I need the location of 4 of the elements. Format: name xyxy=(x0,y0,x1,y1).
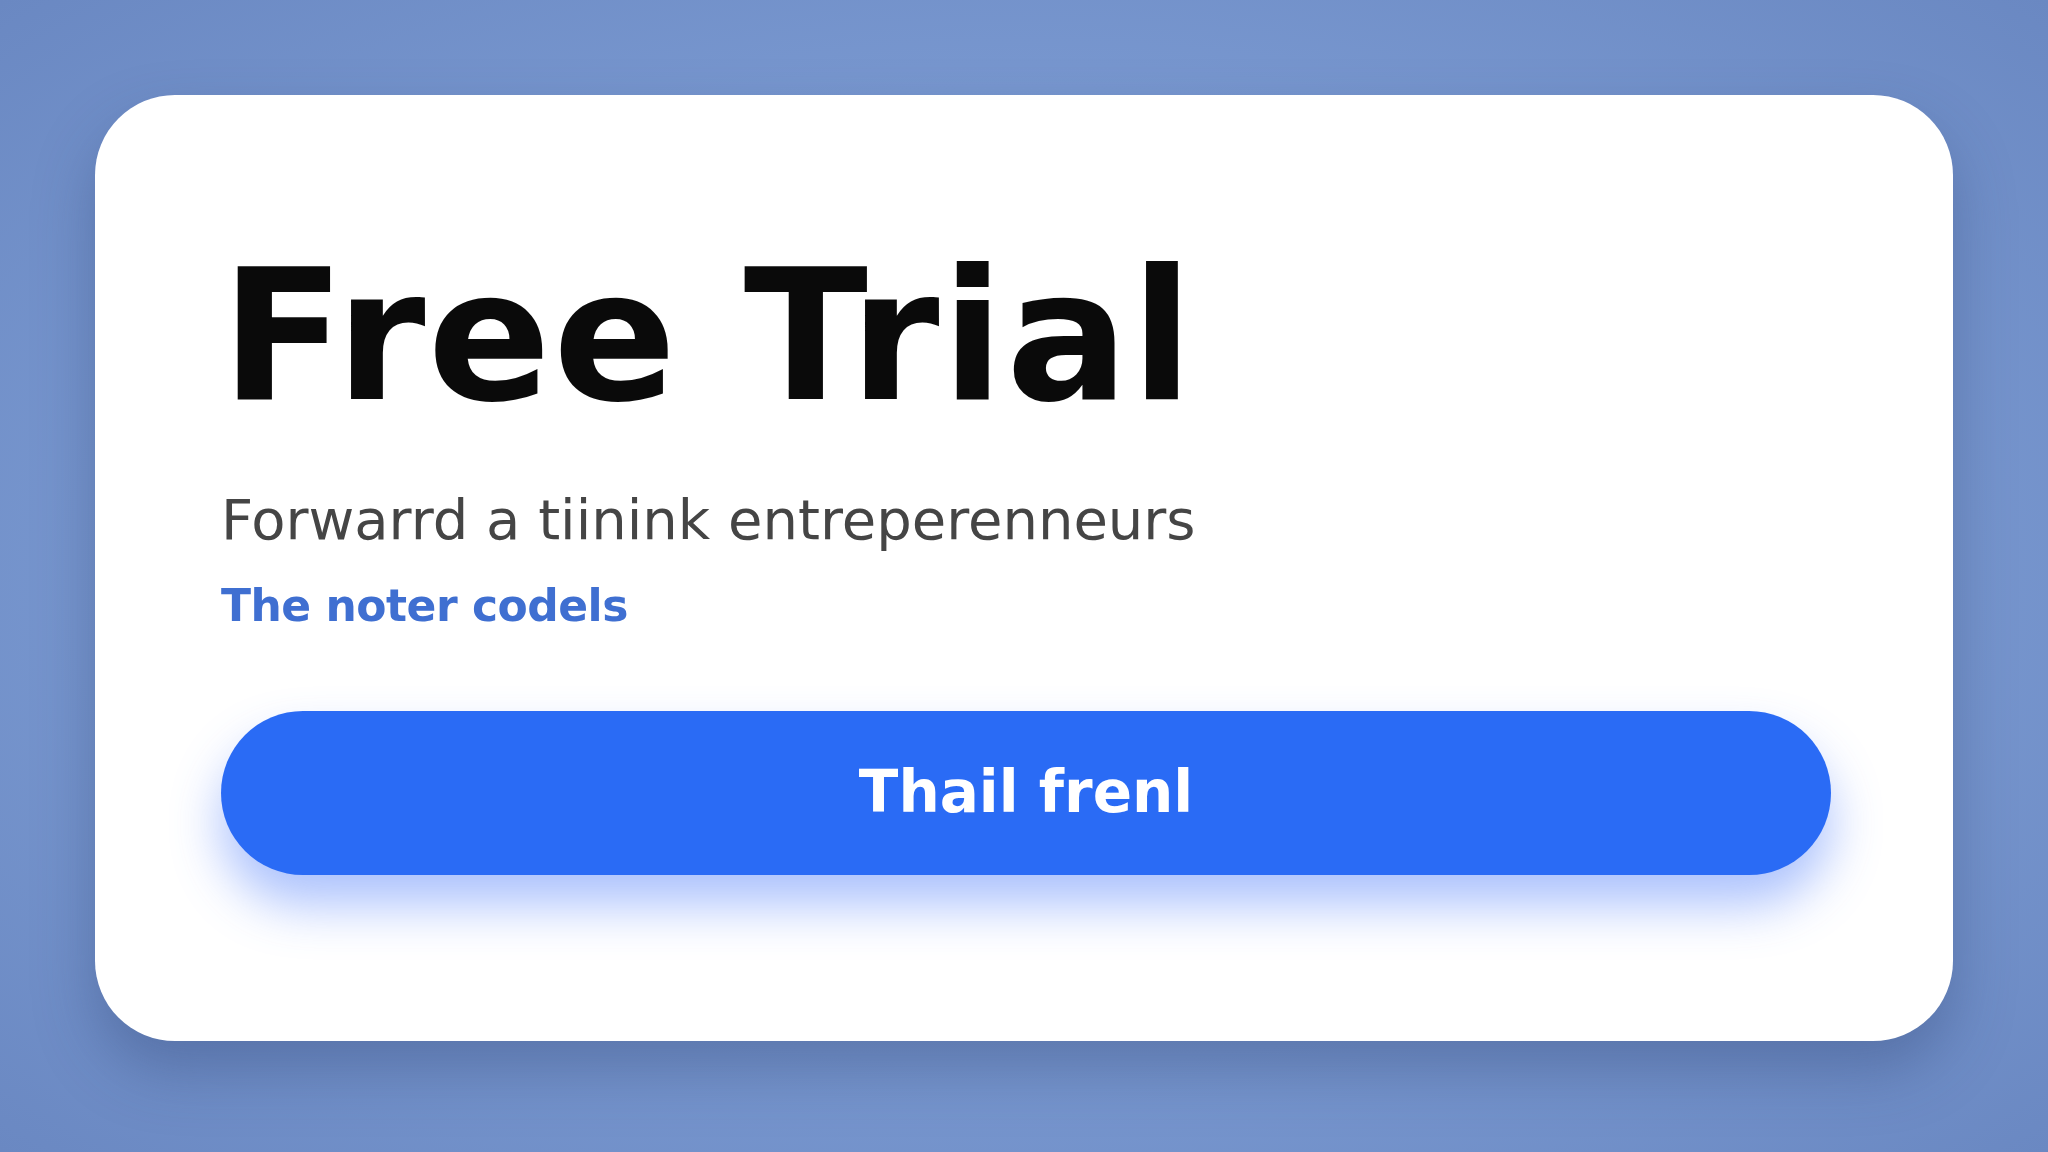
title: Free Trial xyxy=(221,245,1196,427)
trial-button[interactable]: Thail frenl xyxy=(221,710,1831,875)
link[interactable]: The noter codels xyxy=(221,572,628,639)
subtitle: Forwarrd a tiinink entreperenneurs xyxy=(221,489,1196,551)
